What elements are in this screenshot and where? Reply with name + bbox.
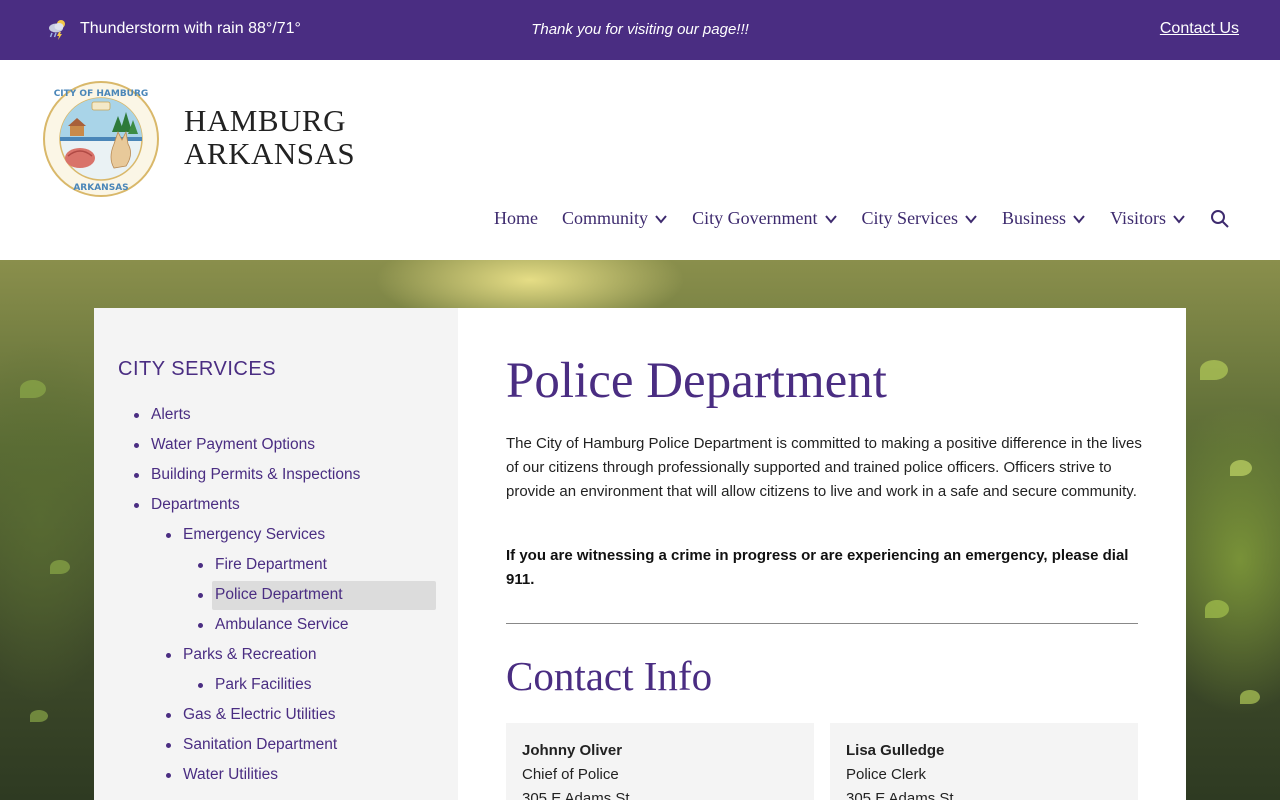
chevron-down-icon — [824, 214, 837, 224]
nav-label: Business — [1002, 208, 1067, 228]
contact-role: Police Clerk — [846, 766, 927, 783]
contact-address: 305 E Adams St — [846, 790, 954, 800]
sidebar-item-park-facilities[interactable]: Park Facilities — [94, 670, 458, 700]
sidebar-item-label: Departments — [151, 496, 240, 513]
tagline: Thank you for visiting our page!!! — [531, 21, 749, 38]
top-bar: Thunderstorm with rain 88°/71° Thank you… — [0, 0, 1280, 60]
contact-name: Lisa Gulledge — [846, 742, 945, 759]
nav-label: Visitors — [1110, 208, 1166, 228]
sidebar-item-fire-department[interactable]: Fire Department — [94, 550, 458, 580]
nav-business[interactable]: Business — [1002, 208, 1086, 229]
sidebar-item-gas-electric-utilities[interactable]: Gas & Electric Utilities — [94, 700, 458, 730]
sidebar-list: Alerts Water Payment Options Building Pe… — [94, 400, 458, 790]
nav-label: City Services — [861, 208, 959, 228]
sidebar-item-label: Building Permits & Inspections — [151, 466, 361, 483]
contact-info-heading: Contact Info — [506, 653, 713, 699]
foliage-decoration — [50, 560, 70, 574]
sidebar-item-label: Emergency Services — [183, 526, 326, 543]
foliage-decoration — [30, 710, 48, 722]
site-title[interactable]: HAMBURG ARKANSAS — [184, 104, 355, 170]
sidebar-item-departments[interactable]: Departments — [94, 490, 458, 520]
sidebar-item-label: Fire Department — [215, 556, 327, 573]
sidebar-title[interactable]: CITY SERVICES — [118, 358, 276, 381]
intro-paragraph: The City of Hamburg Police Department is… — [506, 435, 1142, 500]
sidebar-item-label: Park Facilities — [215, 676, 312, 693]
sidebar-item-label: Parks & Recreation — [183, 646, 317, 663]
site-title-line2: ARKANSAS — [184, 136, 356, 171]
sidebar-item-water-utilities[interactable]: Water Utilities — [94, 760, 458, 790]
foliage-decoration — [1230, 460, 1252, 476]
main-navigation: Home Community City Government City Serv… — [494, 208, 1230, 229]
foliage-decoration — [1200, 360, 1228, 380]
site-title-line1: HAMBURG — [184, 103, 346, 138]
chevron-down-icon — [655, 214, 667, 224]
contact-card: Lisa Gulledge Police Clerk 305 E Adams S… — [830, 723, 1138, 800]
svg-text:ARKANSAS: ARKANSAS — [73, 183, 128, 193]
sidebar-item-label: Water Utilities — [183, 766, 279, 783]
sidebar-item-label: Water Payment Options — [151, 436, 315, 453]
chevron-down-icon — [1173, 214, 1185, 224]
sidebar-navigation: CITY SERVICES Alerts Water Payment Optio… — [94, 308, 458, 800]
sidebar-item-building-permits[interactable]: Building Permits & Inspections — [94, 460, 458, 490]
nav-city-government[interactable]: City Government — [692, 208, 837, 229]
chevron-down-icon — [1073, 214, 1085, 224]
foliage-decoration — [1205, 600, 1229, 618]
sidebar-item-label: Gas & Electric Utilities — [183, 706, 336, 723]
sidebar-item-police-department[interactable]: Police Department — [94, 580, 458, 610]
sidebar-item-alerts[interactable]: Alerts — [94, 400, 458, 430]
foliage-decoration — [20, 380, 46, 398]
sidebar-item-ambulance-service[interactable]: Ambulance Service — [94, 610, 458, 640]
nav-home[interactable]: Home — [494, 208, 538, 229]
sidebar-item-sanitation-department[interactable]: Sanitation Department — [94, 730, 458, 760]
nav-community[interactable]: Community — [562, 208, 668, 229]
chevron-down-icon — [965, 214, 977, 224]
contact-role: Chief of Police — [522, 766, 619, 783]
page-title: Police Department — [506, 353, 887, 409]
nav-label: Community — [562, 208, 649, 228]
site-header: CITY OF HAMBURG ARKANSAS HAMBURG ARKANSA… — [0, 60, 1280, 260]
emergency-notice: If you are witnessing a crime in progres… — [506, 547, 1129, 588]
main-content: Police Department The City of Hamburg Po… — [458, 308, 1186, 800]
sidebar-item-label: Police Department — [215, 586, 343, 603]
contact-address: 305 E Adams St — [522, 790, 630, 800]
contact-name: Johnny Oliver — [522, 742, 623, 759]
sidebar-item-water-payment-options[interactable]: Water Payment Options — [94, 430, 458, 460]
foliage-decoration — [1240, 690, 1260, 704]
city-seal-logo[interactable]: CITY OF HAMBURG ARKANSAS — [42, 80, 160, 198]
nav-label: Home — [494, 208, 539, 228]
sidebar-item-label: Ambulance Service — [215, 616, 349, 633]
contact-card: Johnny Oliver Chief of Police 305 E Adam… — [506, 723, 814, 800]
sidebar-item-emergency-services[interactable]: Emergency Services — [94, 520, 458, 550]
search-icon[interactable] — [1210, 209, 1230, 229]
nav-label: City Government — [692, 208, 818, 228]
section-divider — [506, 623, 1138, 624]
nav-city-services[interactable]: City Services — [862, 208, 979, 229]
contact-us-link[interactable]: Contact Us — [1160, 20, 1239, 38]
sidebar-item-parks-recreation[interactable]: Parks & Recreation — [94, 640, 458, 670]
sidebar-item-label: Sanitation Department — [183, 736, 338, 753]
nav-visitors[interactable]: Visitors — [1110, 208, 1186, 229]
sidebar-item-label: Alerts — [151, 406, 191, 423]
svg-text:CITY OF HAMBURG: CITY OF HAMBURG — [54, 89, 149, 99]
